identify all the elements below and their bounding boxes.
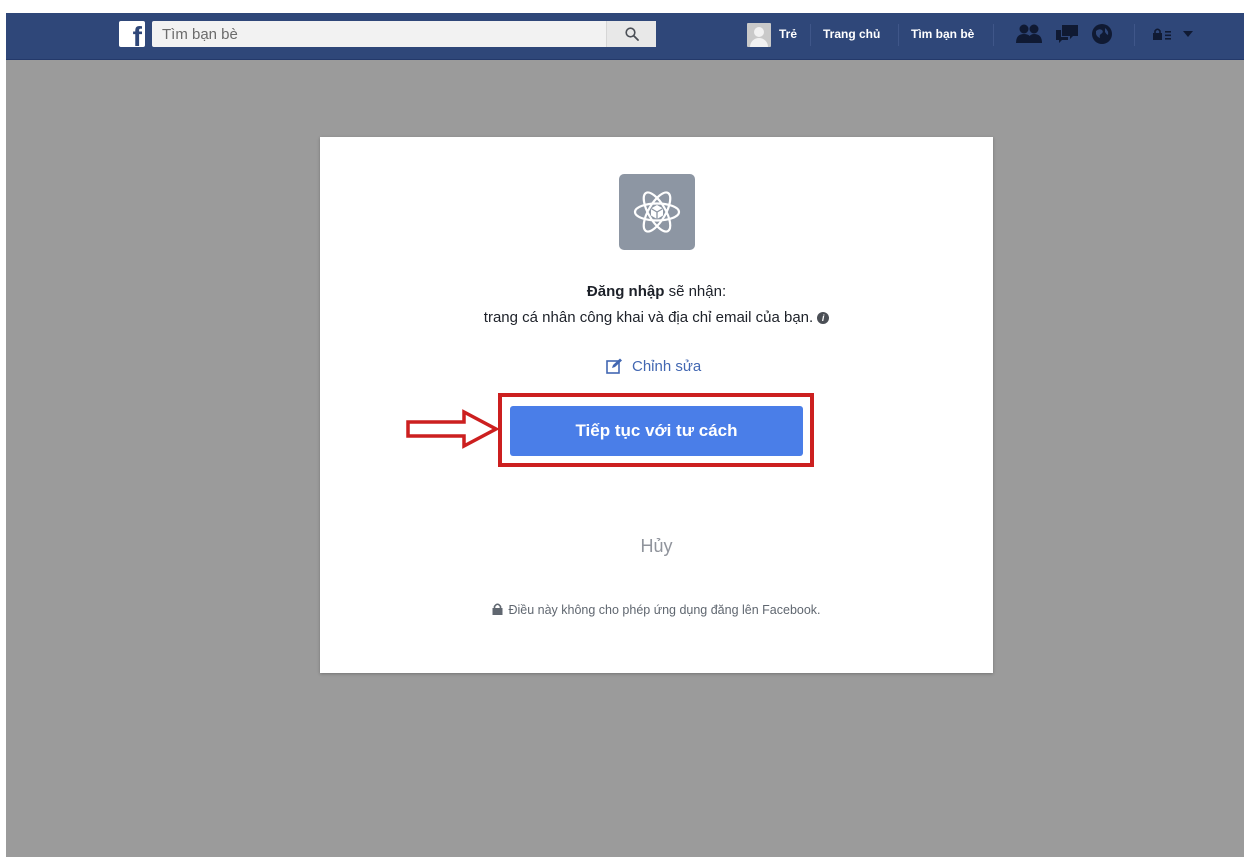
permission-details-text: trang cá nhân công khai và địa chỉ email… <box>483 309 814 326</box>
nav-divider <box>898 24 899 46</box>
permission-details: trang cá nhân công khai và địa chỉ email… <box>320 309 993 326</box>
edit-label: Chỉnh sửa <box>632 357 702 375</box>
friend-requests-icon[interactable] <box>1015 23 1043 45</box>
notifications-globe-icon[interactable] <box>1091 23 1113 45</box>
footer-note: Điều này không cho phép ứng dụng đăng lê… <box>320 603 993 617</box>
facebook-logo-letter: f <box>132 21 142 48</box>
edit-permissions-link[interactable]: Chỉnh sửa <box>606 356 701 376</box>
search-icon <box>624 27 639 41</box>
search-box <box>152 21 656 47</box>
nav-divider <box>810 24 811 46</box>
avatar[interactable] <box>747 23 771 47</box>
cancel-link[interactable]: Hủy <box>320 536 993 557</box>
profile-link[interactable] <box>747 23 771 47</box>
red-arrow-annotation <box>406 409 500 449</box>
messages-icon[interactable] <box>1054 23 1080 45</box>
search-button[interactable] <box>606 21 656 47</box>
home-link[interactable]: Trang chủ <box>823 27 880 41</box>
continue-as-button[interactable]: Tiếp tục với tư cách <box>510 406 803 456</box>
login-permission-dialog: Đăng nhập sẽ nhận: trang cá nhân công kh… <box>320 137 993 673</box>
page-frame: f Trẻ Trang chủ Tìm bạn bè <box>6 13 1244 857</box>
nav-divider <box>1134 24 1135 46</box>
app-name: Đăng nhập <box>586 283 665 300</box>
privacy-lock-icon[interactable] <box>1152 27 1174 41</box>
search-input[interactable] <box>152 21 607 47</box>
edit-icon <box>606 358 622 374</box>
profile-name-link[interactable]: Trẻ <box>779 27 797 41</box>
top-navigation-bar: f Trẻ Trang chủ Tìm bạn bè <box>6 13 1244 60</box>
info-icon[interactable]: i <box>817 312 830 324</box>
account-menu-chevron-icon[interactable] <box>1183 31 1193 38</box>
permission-heading: Đăng nhập sẽ nhận: <box>320 283 993 300</box>
footer-note-text: Điều này không cho phép ứng dụng đăng lê… <box>508 603 821 617</box>
facebook-logo[interactable]: f <box>119 21 145 47</box>
permission-suffix: sẽ nhận: <box>668 283 727 300</box>
find-friends-link[interactable]: Tìm bạn bè <box>911 27 974 41</box>
atom-cube-icon <box>619 174 695 250</box>
lock-icon <box>492 603 503 615</box>
nav-divider <box>993 24 994 46</box>
